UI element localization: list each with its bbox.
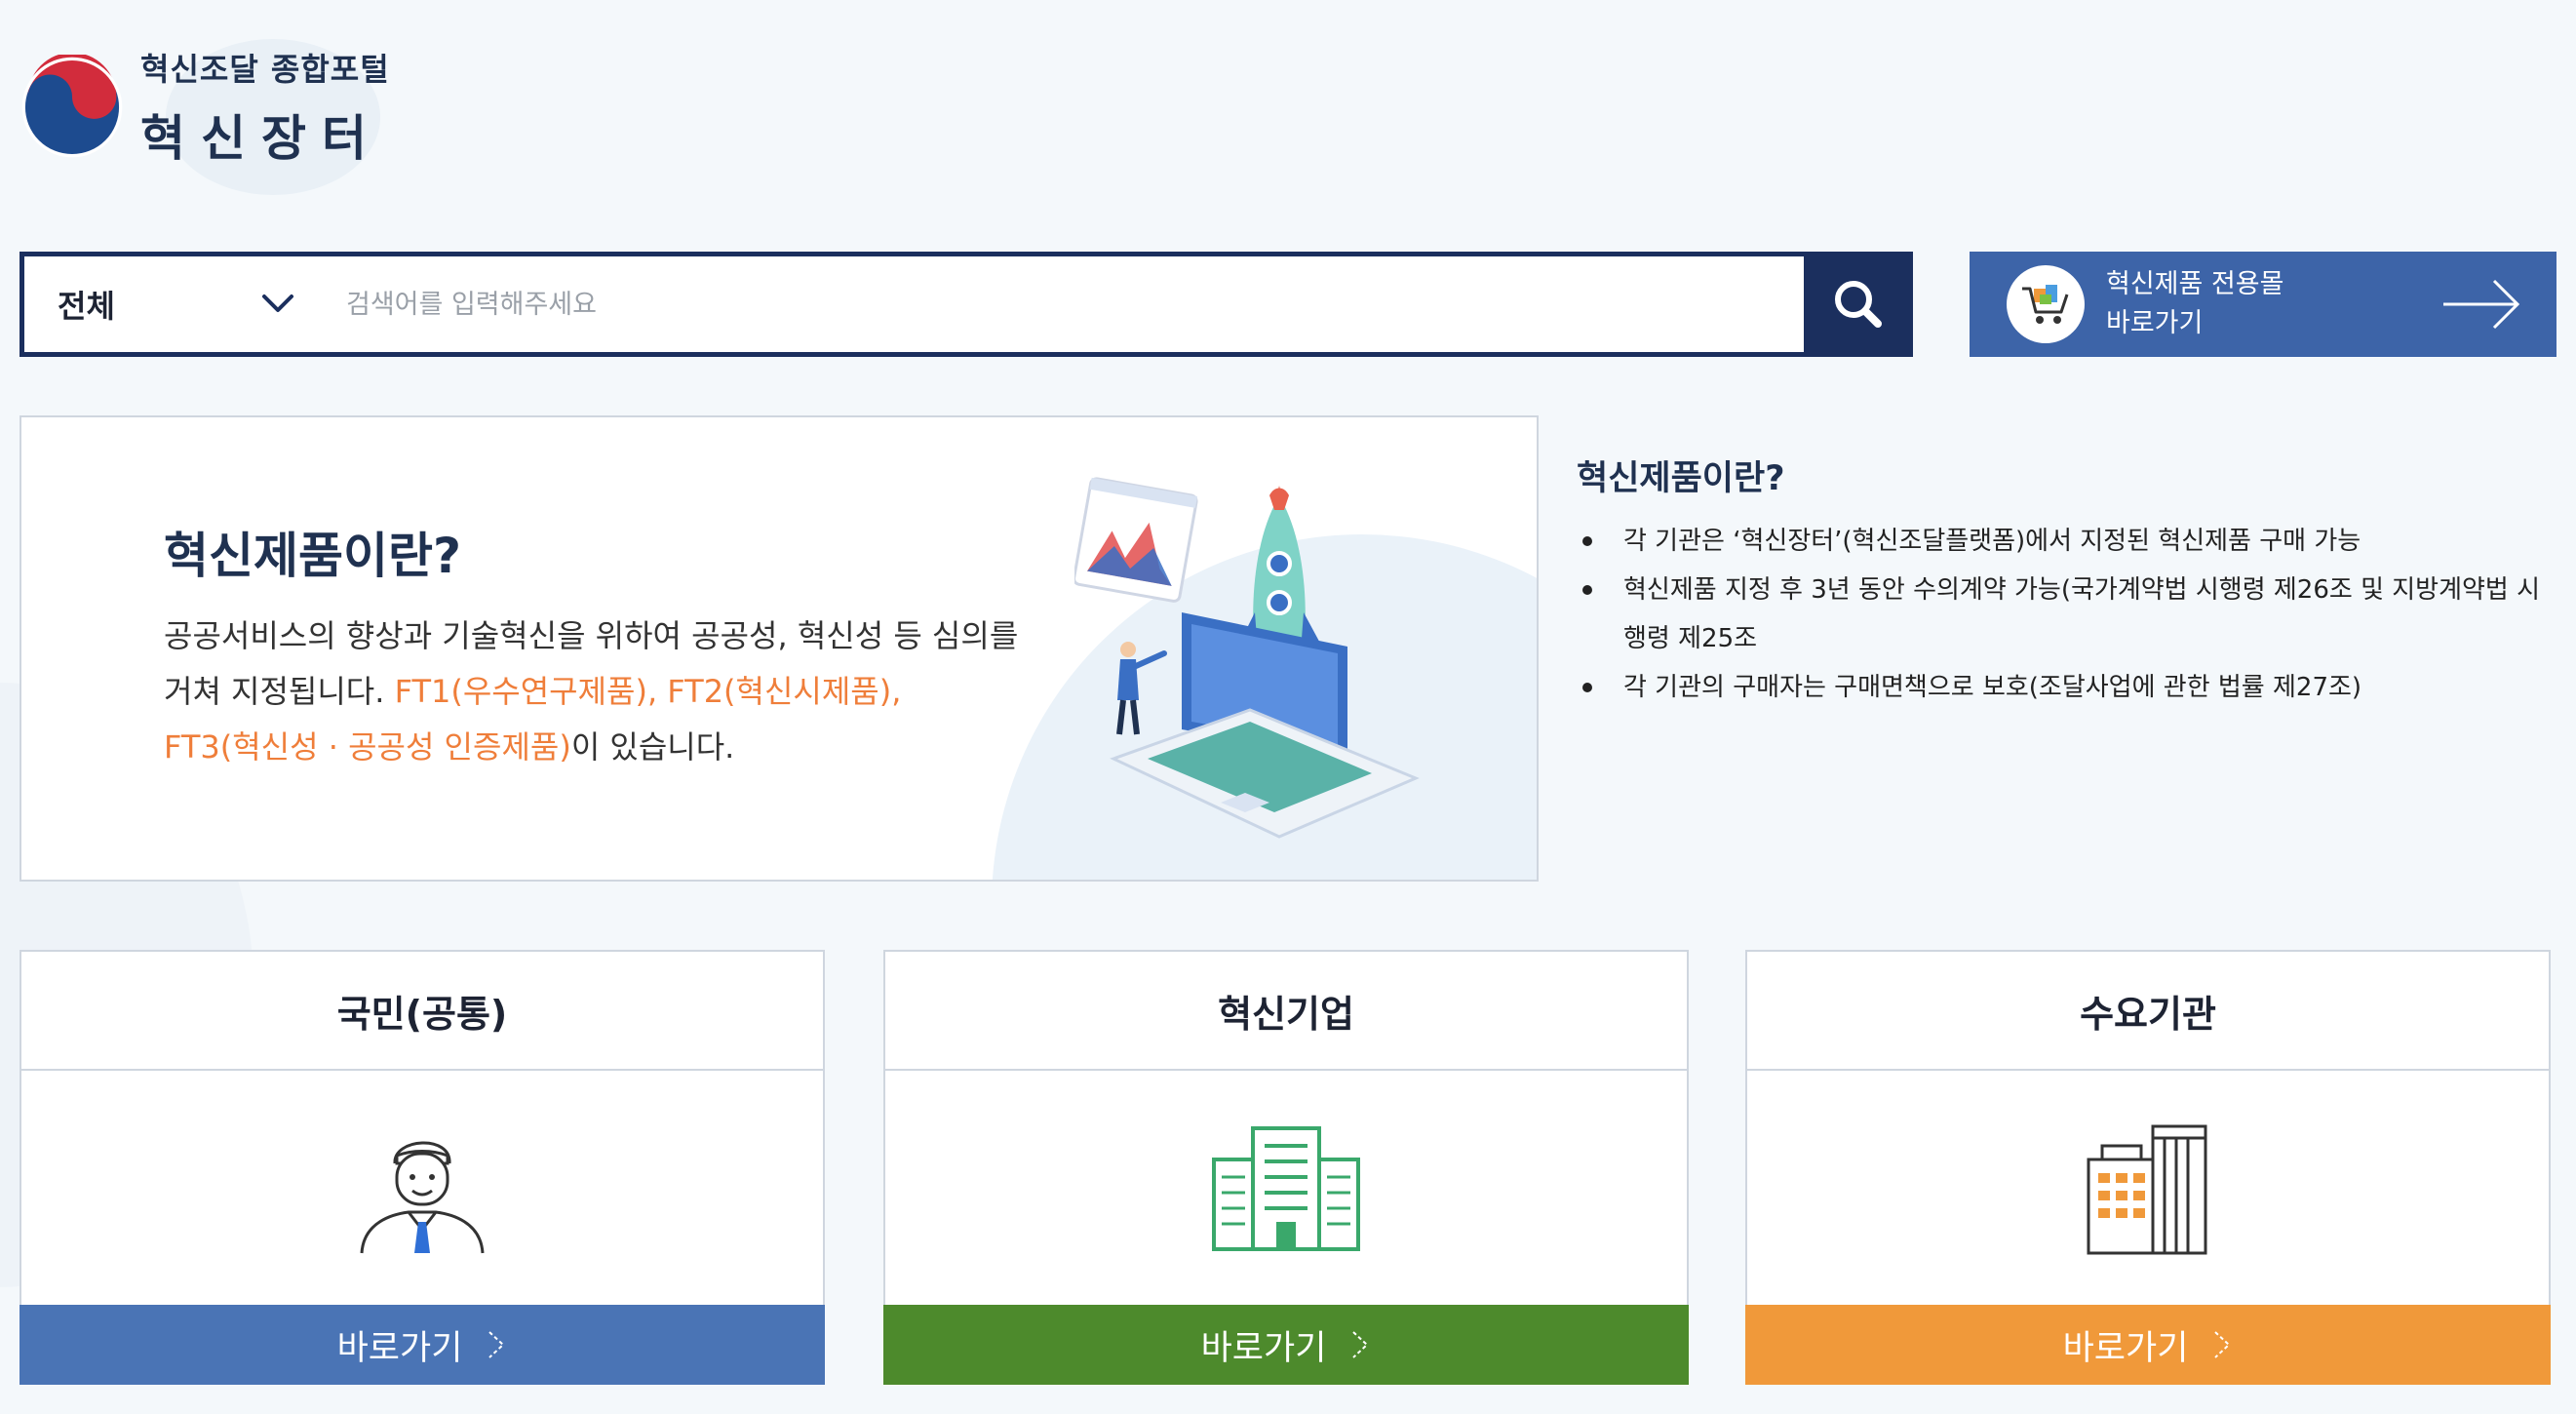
- banner-desc-2: 거쳐 지정됩니다.: [164, 673, 395, 710]
- banner-highlight-2: FT3(혁신성 · 공공성 인증제품): [164, 728, 571, 766]
- info-title: 혁신제품이란?: [1577, 459, 1785, 498]
- chevron-right-icon: [2214, 1331, 2231, 1358]
- search-input[interactable]: [327, 256, 1804, 352]
- person-icon: [360, 1141, 485, 1254]
- search-icon: [1835, 281, 1882, 328]
- company-go-button[interactable]: 바로가기: [883, 1305, 1689, 1385]
- card-title: 혁신기업: [885, 952, 1687, 1071]
- info-list: 각 기관은 ‘혁신장터’(혁신조달플랫폼)에서 지정된 혁신제품 구매 가능 혁…: [1577, 517, 2552, 712]
- search-category-label: 전체: [58, 288, 115, 325]
- taegeuk-logo-icon: [21, 55, 123, 158]
- go-button-label: 바로가기: [1200, 1328, 1327, 1368]
- site-logo[interactable]: 혁신조달 종합포털 혁신장터: [20, 29, 390, 185]
- mall-text-line1: 혁신제품 전용몰: [2106, 269, 2284, 299]
- info-item: 혁신제품 지정 후 3년 동안 수의계약 가능(국가계약법 시행령 제26조 및…: [1577, 566, 2552, 663]
- card-demand-agency: 수요기관 바로가기: [1745, 950, 2551, 1385]
- banner-highlight-1: FT1(우수연구제품), FT2(혁신시제품),: [394, 673, 902, 710]
- office-building-icon: [2087, 1124, 2207, 1255]
- card-body: [21, 1071, 823, 1307]
- green-building-icon: [1212, 1126, 1360, 1251]
- banner-description: 공공서비스의 향상과 기술혁신을 위하여 공공성, 혁신성 등 심의를 거쳐 지…: [164, 609, 1071, 775]
- rocket-laptop-illustration-icon: [1074, 477, 1420, 839]
- arrow-right-icon: [2443, 279, 2520, 330]
- mall-text: 혁신제품 전용몰 바로가기: [2106, 265, 2283, 343]
- card-title: 국민(공통): [21, 952, 823, 1071]
- card-citizen: 국민(공통) 바로가기: [20, 950, 825, 1385]
- mall-text-line2: 바로가기: [2106, 308, 2204, 338]
- chevron-right-icon: [488, 1331, 505, 1358]
- card-body: [1747, 1071, 2549, 1307]
- chevron-down-icon: [262, 295, 293, 312]
- card-innovative-company: 혁신기업 바로가기: [883, 950, 1689, 1385]
- agency-go-button[interactable]: 바로가기: [1745, 1305, 2551, 1385]
- chevron-right-icon: [1352, 1331, 1369, 1358]
- card-body: [885, 1071, 1687, 1307]
- card-title: 수요기관: [1747, 952, 2549, 1071]
- logo-subtitle: 혁신조달 종합포털: [140, 51, 390, 88]
- shopping-cart-icon: [2022, 285, 2069, 324]
- mall-icon: [2007, 265, 2085, 343]
- info-item: 각 기관은 ‘혁신장터’(혁신조달플랫폼)에서 지정된 혁신제품 구매 가능: [1577, 517, 2552, 566]
- search-bar: 전체: [20, 252, 1913, 357]
- page: 혁신조달 종합포털 혁신장터 전체 검색어를 입력해주세요 혁신제품 전용몰 바…: [0, 0, 2576, 1414]
- banner-title: 혁신제품이란?: [164, 528, 462, 584]
- banner-desc-3: 이 있습니다.: [570, 728, 735, 766]
- citizen-go-button[interactable]: 바로가기: [20, 1305, 825, 1385]
- intro-banner: 혁신제품이란? 공공서비스의 향상과 기술혁신을 위하여 공공성, 혁신성 등 …: [20, 415, 1539, 882]
- banner-desc-1: 공공서비스의 향상과 기술혁신을 위하여 공공성, 혁신성 등 심의를: [164, 617, 1019, 654]
- logo-title: 혁신장터: [140, 110, 382, 167]
- info-item: 각 기관의 구매자는 구매면책으로 보호(조달사업에 관한 법률 제27조): [1577, 663, 2552, 712]
- search-category-select[interactable]: 전체: [24, 256, 327, 352]
- go-button-label: 바로가기: [2062, 1328, 2189, 1368]
- go-button-label: 바로가기: [336, 1328, 463, 1368]
- innovation-mall-button[interactable]: 혁신제품 전용몰 바로가기: [1970, 252, 2556, 357]
- logo-text: 혁신조달 종합포털 혁신장터: [140, 45, 390, 170]
- search-button[interactable]: [1804, 252, 1913, 357]
